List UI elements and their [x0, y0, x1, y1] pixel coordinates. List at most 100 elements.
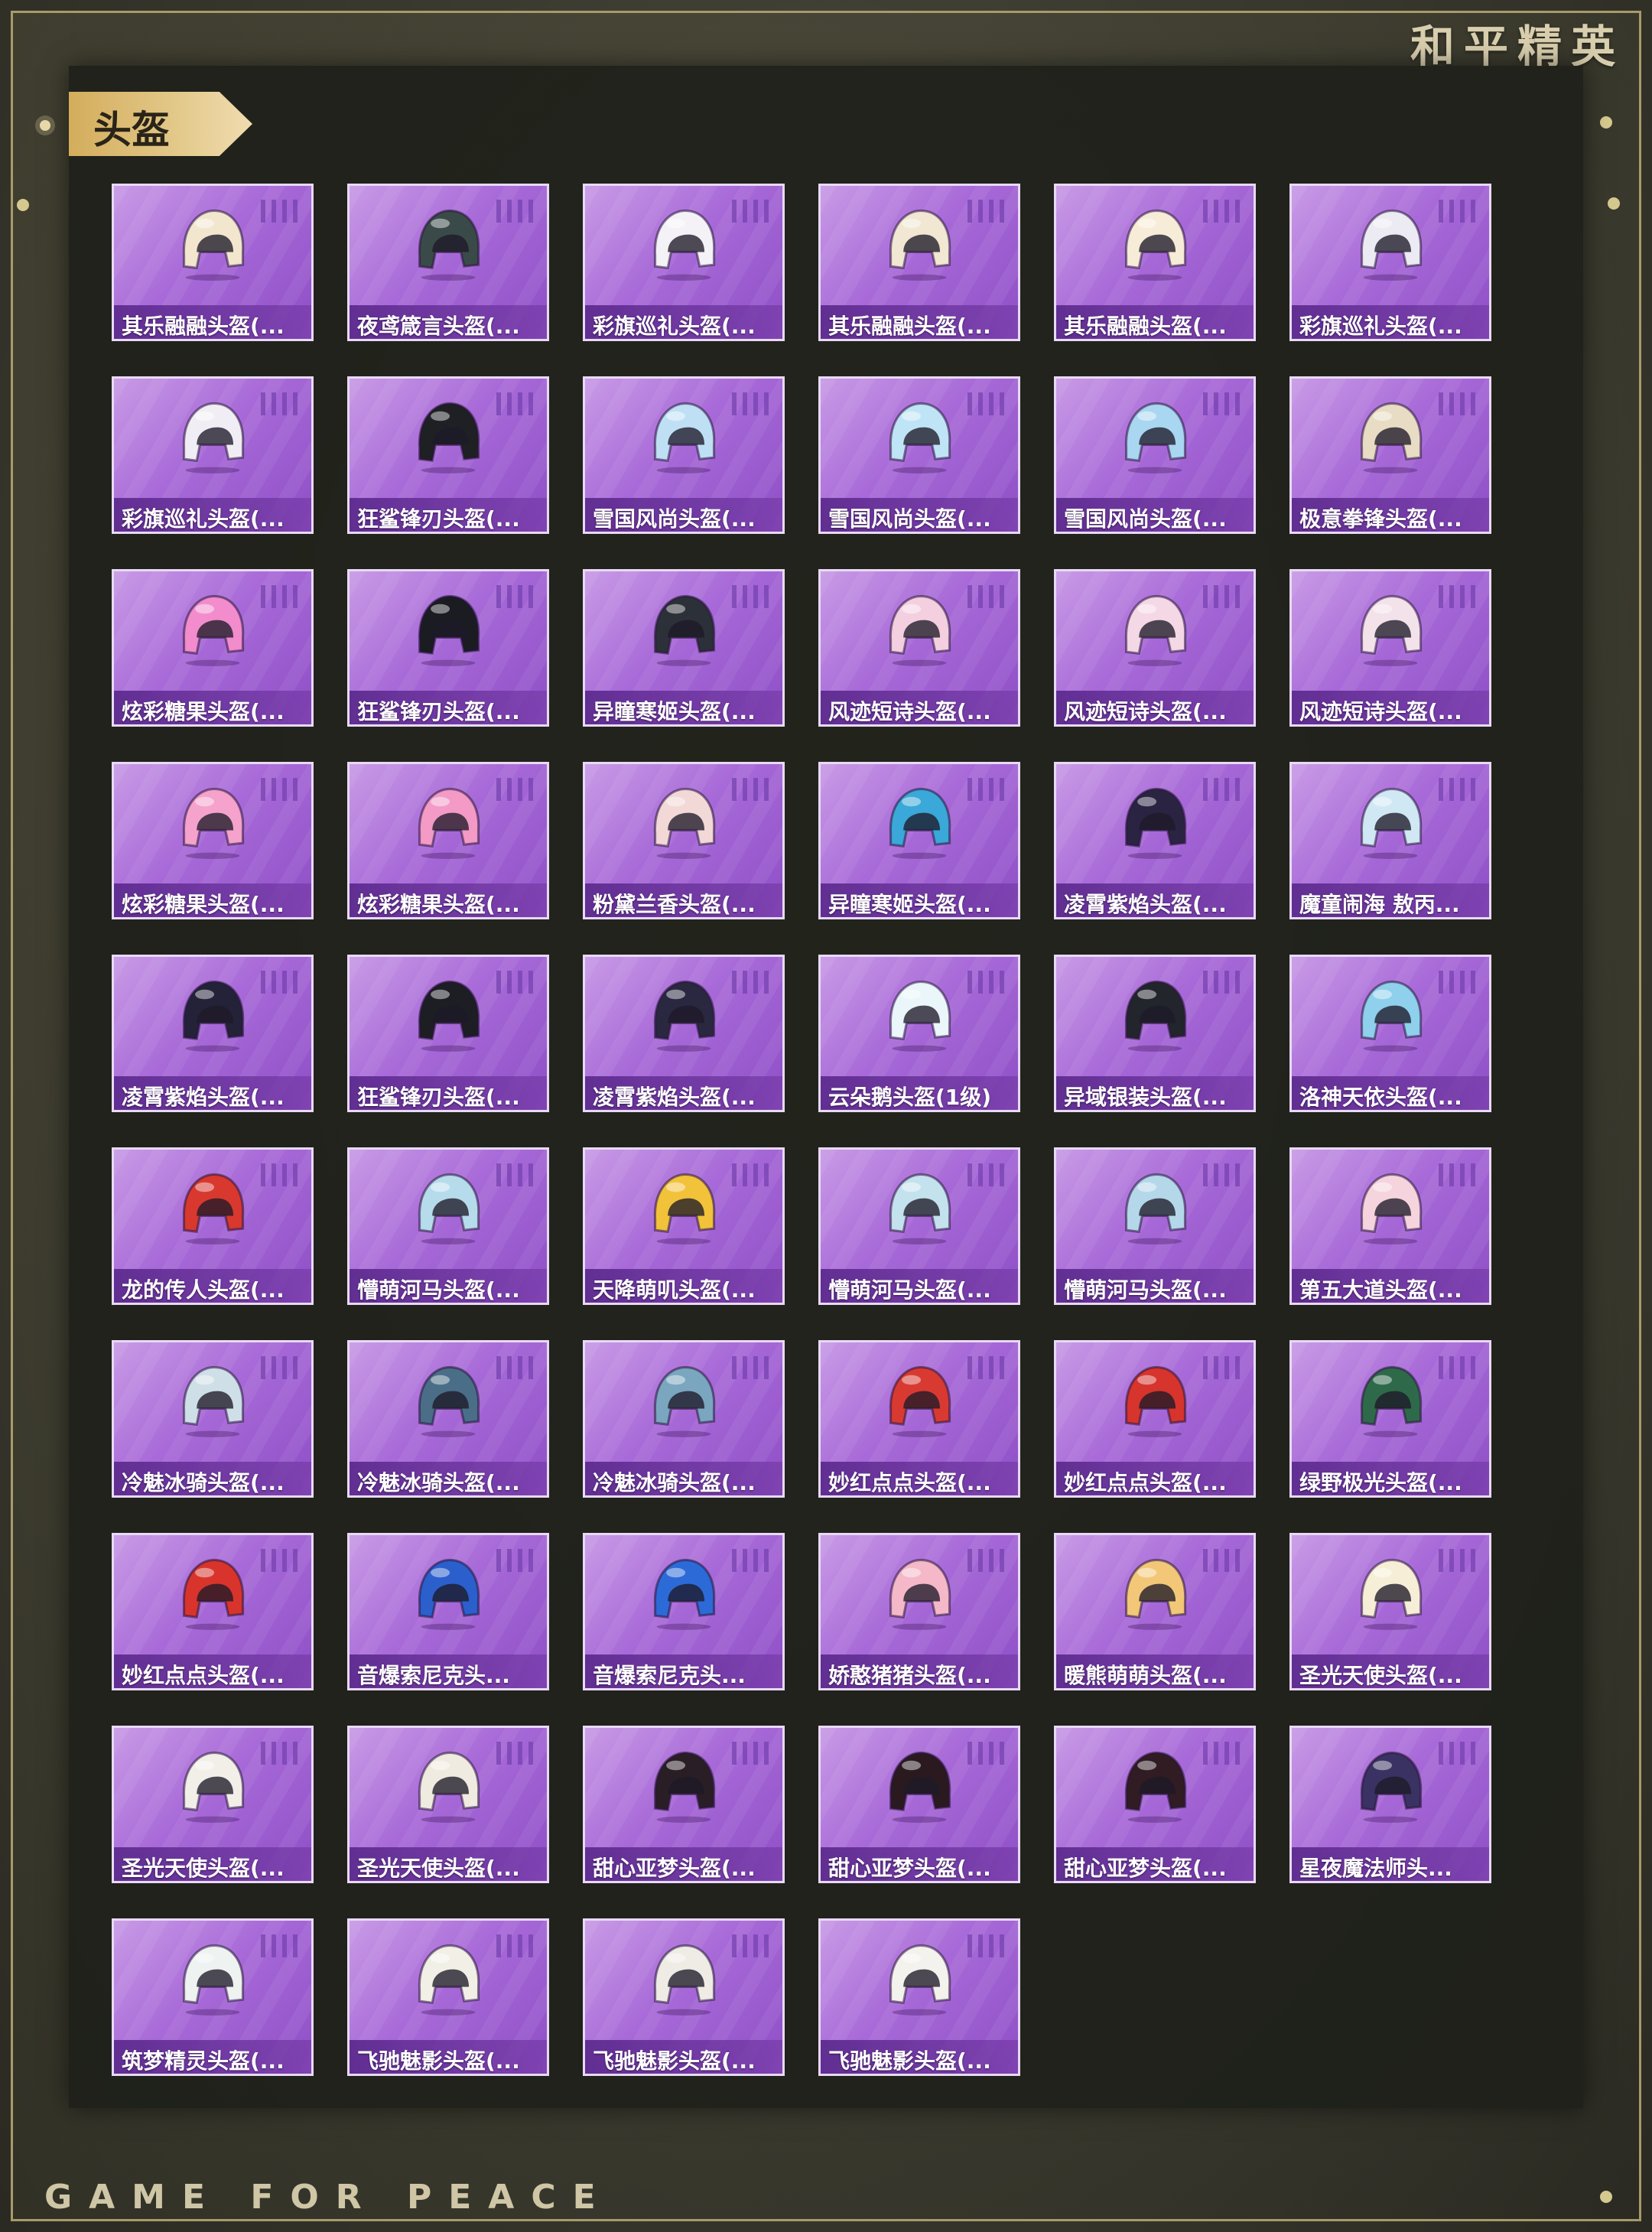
- item-caption: 娇憨猪猪头盔(...: [821, 1654, 1018, 1688]
- item-card[interactable]: 飞驰魅影头盔(...: [583, 1918, 785, 2076]
- item-card[interactable]: 圣光天使头盔(...: [347, 1726, 549, 1883]
- helmet-icon: [1124, 1173, 1187, 1245]
- rarity-bars: [967, 1356, 1004, 1379]
- item-card[interactable]: 妙红点点头盔(...: [1054, 1340, 1256, 1498]
- item-card[interactable]: 风迹短诗头盔(...: [1289, 569, 1491, 727]
- item-card[interactable]: 其乐融融头盔(...: [112, 184, 314, 341]
- item-name: 娇憨猪猪头盔(...: [828, 1663, 991, 1688]
- item-card[interactable]: 懵萌河马头盔(...: [818, 1147, 1020, 1305]
- item-card[interactable]: 凌霄紫焰头盔(...: [583, 955, 785, 1112]
- item-card[interactable]: 音爆索尼克头...: [583, 1533, 785, 1690]
- helmet-icon: [418, 209, 480, 281]
- item-card[interactable]: 星夜魔法师头...: [1289, 1726, 1491, 1883]
- item-card[interactable]: 夜鸢箴言头盔(...: [347, 184, 549, 341]
- helmet-icon: [182, 1558, 245, 1630]
- item-card[interactable]: 异瞳寒姬头盔(...: [818, 762, 1020, 919]
- item-card[interactable]: 洛神天依头盔(...: [1289, 955, 1491, 1112]
- item-card[interactable]: 风迹短诗头盔(...: [1054, 569, 1256, 727]
- item-card[interactable]: 天降萌叽头盔(...: [583, 1147, 785, 1305]
- helmet-icon: [653, 594, 716, 666]
- helmet-icon: [889, 209, 951, 281]
- item-card[interactable]: 第五大道头盔(...: [1289, 1147, 1491, 1305]
- item-card[interactable]: 极意拳锋头盔(...: [1289, 376, 1491, 534]
- item-card[interactable]: 风迹短诗头盔(...: [818, 569, 1020, 727]
- item-card[interactable]: 凌霄紫焰头盔(...: [112, 955, 314, 1112]
- helmet-icon: [1360, 1365, 1423, 1437]
- item-card[interactable]: 冷魅冰骑头盔(...: [112, 1340, 314, 1498]
- item-name: 冷魅冰骑头盔(...: [593, 1470, 756, 1495]
- item-caption: 圣光天使头盔(...: [1292, 1654, 1489, 1688]
- item-card[interactable]: 圣光天使头盔(...: [112, 1726, 314, 1883]
- item-card[interactable]: 其乐融融头盔(...: [818, 184, 1020, 341]
- item-card[interactable]: 甜心亚梦头盔(...: [818, 1726, 1020, 1883]
- item-caption: 风迹短诗头盔(...: [1292, 691, 1489, 724]
- item-card[interactable]: 圣光天使头盔(...: [1289, 1533, 1491, 1690]
- item-card[interactable]: 粉黛兰香头盔(...: [583, 762, 785, 919]
- item-card[interactable]: 甜心亚梦头盔(...: [583, 1726, 785, 1883]
- item-caption: 炫彩糖果头盔(...: [350, 883, 547, 917]
- item-card[interactable]: 异域银装头盔(...: [1054, 955, 1256, 1112]
- helmet-icon: [418, 1558, 480, 1630]
- item-name: 极意拳锋头盔(...: [1299, 506, 1462, 532]
- item-card[interactable]: 云朵鹅头盔(1级): [818, 955, 1020, 1112]
- item-card[interactable]: 飞驰魅影头盔(...: [818, 1918, 1020, 2076]
- helmet-icon: [418, 1173, 480, 1245]
- helmet-icon: [1360, 980, 1423, 1052]
- rarity-bars: [967, 585, 1004, 608]
- item-name: 飞驰魅影头盔(...: [828, 2048, 991, 2074]
- item-caption: 异域银装头盔(...: [1056, 1076, 1254, 1110]
- item-caption: 飞驰魅影头盔(...: [821, 2040, 1018, 2074]
- rarity-bars: [1439, 1356, 1475, 1379]
- helmet-icon: [1124, 787, 1187, 859]
- item-card[interactable]: 雪国风尚头盔(...: [1054, 376, 1256, 534]
- item-card[interactable]: 异瞳寒姬头盔(...: [583, 569, 785, 727]
- item-name: 圣光天使头盔(...: [1299, 1663, 1462, 1688]
- item-card[interactable]: 冷魅冰骑头盔(...: [347, 1340, 549, 1498]
- rarity-bars: [1203, 1163, 1240, 1186]
- item-card[interactable]: 妙红点点头盔(...: [112, 1533, 314, 1690]
- rarity-bars: [261, 1934, 298, 1957]
- item-card[interactable]: 妙红点点头盔(...: [818, 1340, 1020, 1498]
- item-card[interactable]: 彩旗巡礼头盔(...: [583, 184, 785, 341]
- item-card[interactable]: 炫彩糖果头盔(...: [112, 762, 314, 919]
- item-card[interactable]: 懵萌河马头盔(...: [1054, 1147, 1256, 1305]
- item-name: 异瞳寒姬头盔(...: [593, 699, 756, 724]
- item-card[interactable]: 其乐融融头盔(...: [1054, 184, 1256, 341]
- item-card[interactable]: 暖熊萌萌头盔(...: [1054, 1533, 1256, 1690]
- rarity-bars: [732, 585, 769, 608]
- item-card[interactable]: 飞驰魅影头盔(...: [347, 1918, 549, 2076]
- item-caption: 风迹短诗头盔(...: [1056, 691, 1254, 724]
- item-card[interactable]: 娇憨猪猪头盔(...: [818, 1533, 1020, 1690]
- item-card[interactable]: 甜心亚梦头盔(...: [1054, 1726, 1256, 1883]
- item-caption: 雪国风尚头盔(...: [1056, 498, 1254, 532]
- helmet-icon: [182, 402, 245, 473]
- item-name: 其乐融融头盔(...: [1064, 314, 1227, 339]
- item-card[interactable]: 狂鲨锋刃头盔(...: [347, 955, 549, 1112]
- item-card[interactable]: 筑梦精灵头盔(...: [112, 1918, 314, 2076]
- helmet-icon: [653, 1751, 716, 1823]
- item-card[interactable]: 炫彩糖果头盔(...: [347, 762, 549, 919]
- item-card[interactable]: 懵萌河马头盔(...: [347, 1147, 549, 1305]
- rarity-bars: [496, 585, 533, 608]
- item-card[interactable]: 狂鲨锋刃头盔(...: [347, 376, 549, 534]
- item-card[interactable]: 雪国风尚头盔(...: [583, 376, 785, 534]
- item-name: 雪国风尚头盔(...: [828, 506, 991, 532]
- rarity-bars: [967, 971, 1004, 994]
- item-card[interactable]: 彩旗巡礼头盔(...: [1289, 184, 1491, 341]
- helmet-icon: [653, 209, 716, 281]
- item-card[interactable]: 冷魅冰骑头盔(...: [583, 1340, 785, 1498]
- rarity-bars: [967, 392, 1004, 415]
- rarity-bars: [1203, 585, 1240, 608]
- rarity-bars: [496, 1356, 533, 1379]
- item-card[interactable]: 龙的传人头盔(...: [112, 1147, 314, 1305]
- item-card[interactable]: 音爆索尼克头...: [347, 1533, 549, 1690]
- item-card[interactable]: 彩旗巡礼头盔(...: [112, 376, 314, 534]
- item-card[interactable]: 魔童闹海 敖丙...: [1289, 762, 1491, 919]
- item-card[interactable]: 绿野极光头盔(...: [1289, 1340, 1491, 1498]
- item-name: 妙红点点头盔(...: [828, 1470, 991, 1495]
- item-card[interactable]: 凌霄紫焰头盔(...: [1054, 762, 1256, 919]
- item-card[interactable]: 雪国风尚头盔(...: [818, 376, 1020, 534]
- item-card[interactable]: 狂鲨锋刃头盔(...: [347, 569, 549, 727]
- item-caption: 星夜魔法师头...: [1292, 1847, 1489, 1881]
- item-card[interactable]: 炫彩糖果头盔(...: [112, 569, 314, 727]
